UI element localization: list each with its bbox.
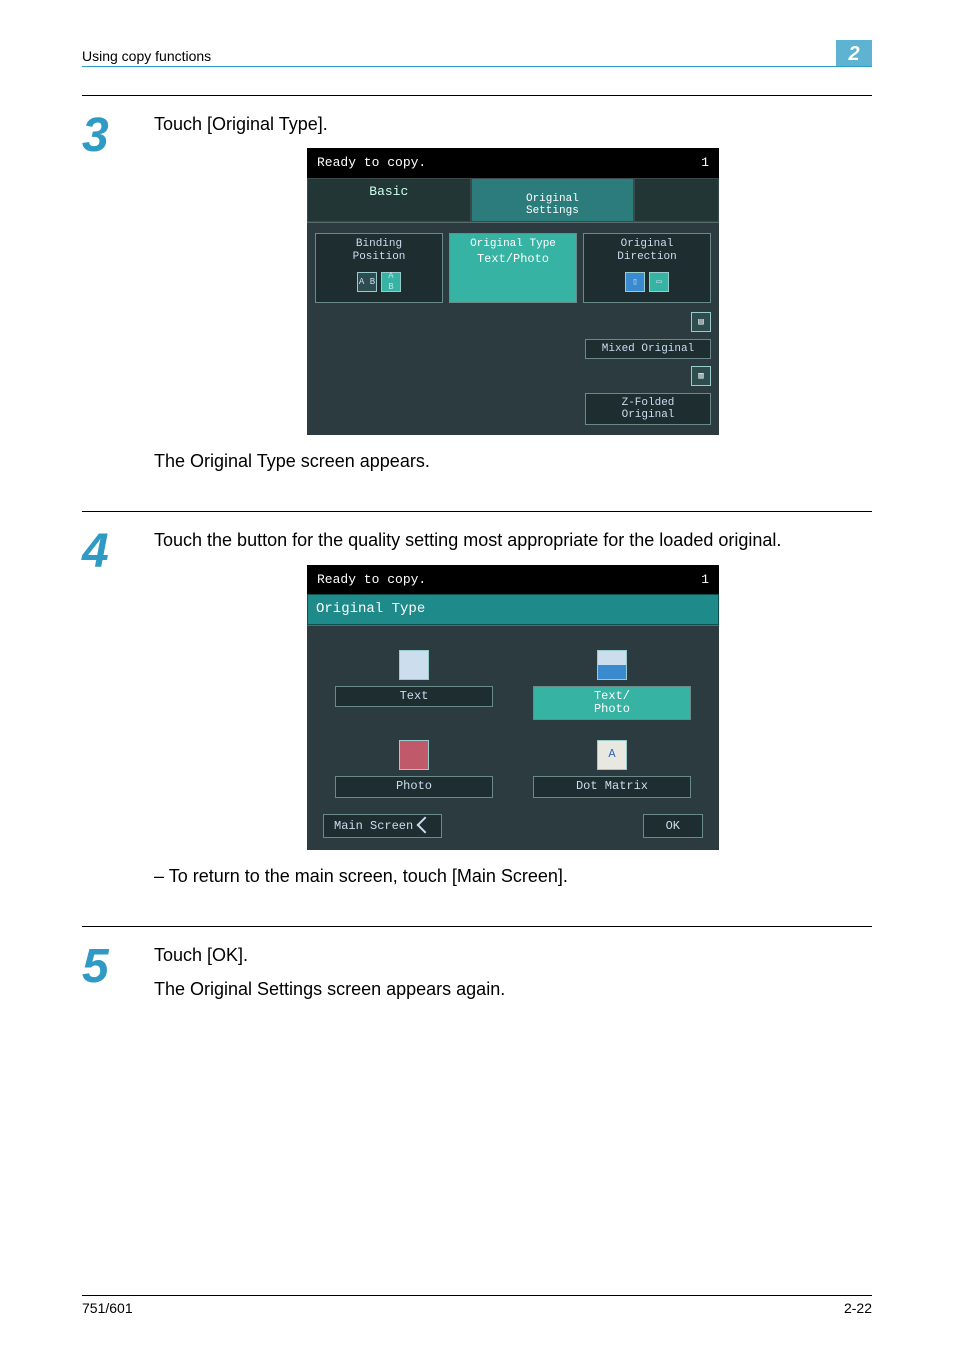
ok-label: OK: [666, 818, 680, 834]
tab-row: Basic Original Settings: [307, 178, 719, 223]
step-3-result: The Original Type screen appears.: [154, 449, 872, 473]
step-5-result: The Original Settings screen appears aga…: [154, 977, 872, 1001]
tab-empty: [634, 178, 719, 223]
step-4-text: Touch the button for the quality setting…: [154, 528, 872, 552]
text-icon: [399, 650, 429, 680]
return-icon: [417, 816, 434, 833]
option-text[interactable]: Text: [335, 650, 493, 720]
step-number: 3: [82, 106, 154, 483]
tab-original-settings[interactable]: Original Settings: [471, 178, 635, 223]
lcd-status-bar: Ready to copy. 1: [307, 565, 719, 595]
status-text: Ready to copy.: [317, 154, 426, 172]
tab-original-settings-label: Original Settings: [526, 193, 579, 217]
mixed-original-icon: ▤: [691, 311, 711, 333]
copy-count: 1: [701, 571, 709, 589]
zfold-icon: ▥: [691, 365, 711, 387]
original-direction-button[interactable]: Original Direction ▯▭: [583, 233, 711, 302]
option-dot-matrix[interactable]: A Dot Matrix: [533, 740, 691, 797]
text-photo-icon: [597, 650, 627, 680]
copy-count: 1: [701, 154, 709, 172]
binding-position-button[interactable]: Binding Position A BAB: [315, 233, 443, 302]
original-direction-label: Original Direction: [586, 238, 708, 263]
screenshot-original-type: Ready to copy. 1 Original Type Text Text…: [307, 565, 719, 850]
zfolded-original-button[interactable]: Z-Folded Original: [585, 393, 711, 425]
footer-right: 2-22: [844, 1300, 872, 1316]
main-screen-button[interactable]: Main Screen: [323, 814, 442, 838]
original-type-value: Text/Photo: [452, 253, 574, 267]
step-number: 5: [82, 937, 154, 1012]
step-3: 3 Touch [Original Type]. Ready to copy. …: [82, 95, 872, 483]
option-text-photo[interactable]: Text/ Photo: [533, 650, 691, 720]
option-text-label: Text: [335, 686, 493, 707]
screenshot-original-settings: Ready to copy. 1 Basic Original Settings: [307, 148, 719, 435]
binding-position-label: Binding Position: [318, 238, 440, 263]
photo-icon: [399, 740, 429, 770]
mixed-original-button[interactable]: Mixed Original: [585, 339, 711, 359]
step-3-text: Touch [Original Type].: [154, 112, 872, 136]
ok-button[interactable]: OK: [643, 814, 703, 838]
step-5-text: Touch [OK].: [154, 943, 872, 967]
lcd-status-bar: Ready to copy. 1: [307, 148, 719, 178]
page-footer: 751/601 2-22: [82, 1295, 872, 1316]
tab-basic-label: Basic: [369, 184, 408, 199]
dot-matrix-icon: A: [597, 740, 627, 770]
step-4: 4 Touch the button for the quality setti…: [82, 511, 872, 898]
option-dot-matrix-label: Dot Matrix: [533, 776, 691, 797]
section-title: Using copy functions: [82, 48, 211, 64]
tab-basic[interactable]: Basic: [307, 178, 471, 223]
binding-icon: A BAB: [318, 268, 440, 296]
option-photo[interactable]: Photo: [335, 740, 493, 797]
chapter-badge: 2: [836, 40, 872, 66]
step-5: 5 Touch [OK]. The Original Settings scre…: [82, 926, 872, 1012]
option-photo-label: Photo: [335, 776, 493, 797]
original-type-title: Original Type: [452, 238, 574, 251]
option-text-photo-label: Text/ Photo: [533, 686, 691, 720]
screen-title: Original Type: [307, 594, 719, 625]
main-screen-label: Main Screen: [334, 818, 413, 834]
step-4-note: To return to the main screen, touch [Mai…: [154, 864, 872, 888]
original-type-button[interactable]: Original Type Text/Photo: [449, 233, 577, 302]
page-header: Using copy functions 2: [82, 40, 872, 67]
footer-left: 751/601: [82, 1300, 133, 1316]
status-text: Ready to copy.: [317, 571, 426, 589]
direction-icon: ▯▭: [586, 268, 708, 296]
step-number: 4: [82, 522, 154, 898]
